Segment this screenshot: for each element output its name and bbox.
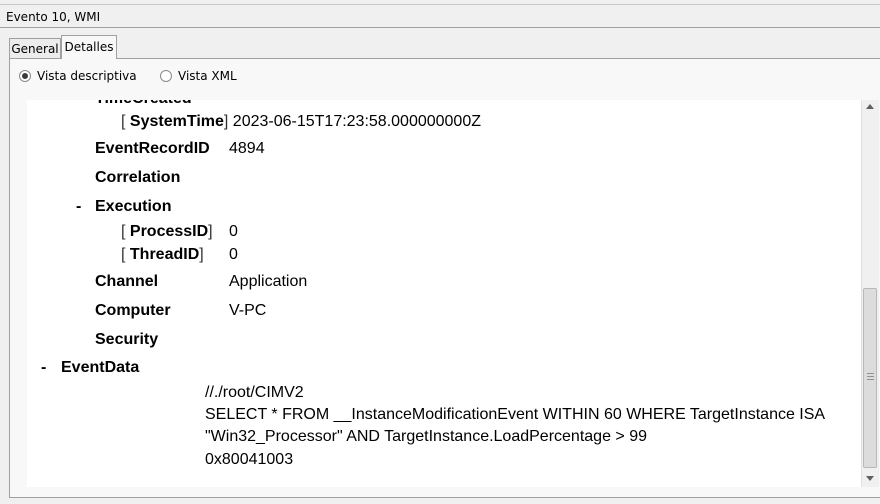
event-record-id-key: EventRecordID	[95, 140, 210, 157]
xml-view-label: Vista XML	[178, 69, 237, 83]
event-record-id-value: 4894	[229, 140, 265, 157]
scroll-up-arrow-icon[interactable]	[866, 104, 874, 109]
top-border	[0, 0, 880, 5]
tab-details-label: Detalles	[64, 40, 114, 54]
details-panel: Vista descriptiva Vista XML TimeCreated …	[9, 58, 880, 498]
friendly-view-option[interactable]: Vista descriptiva	[19, 69, 137, 83]
system-time-key: SystemTime	[129, 113, 224, 130]
scroll-down-arrow-icon[interactable]	[866, 476, 874, 481]
process-id-row: [ ProcessID]	[121, 223, 213, 241]
thread-id-row: [ ThreadID]	[121, 246, 204, 264]
eventdata-collapse-toggle[interactable]: -	[41, 359, 46, 377]
channel-value: Application	[229, 273, 308, 290]
execution-key: Execution	[95, 198, 172, 215]
tab-details[interactable]: Detalles	[61, 35, 117, 59]
event-details-content[interactable]: TimeCreated [ SystemTime] 2023-06-15T17:…	[27, 100, 861, 487]
eventdata-query-line2: "Win32_Processor" AND TargetInstance.Loa…	[205, 428, 647, 445]
bracket-close: ]	[199, 246, 204, 263]
thread-id-value: 0	[229, 246, 238, 263]
system-time-value: 2023-06-15T17:23:58.000000000Z	[232, 113, 481, 130]
grip-line-icon	[867, 379, 874, 380]
channel-key: Channel	[95, 273, 159, 290]
bracket-open: [	[121, 223, 126, 240]
execution-collapse-toggle[interactable]: -	[76, 198, 81, 216]
bracket-close: ]	[223, 113, 229, 130]
grip-line-icon	[867, 373, 874, 374]
thread-id-key: ThreadID	[129, 246, 200, 263]
bracket-open: [	[121, 113, 126, 130]
scrollbar-thumb[interactable]	[863, 288, 877, 468]
radio-friendly-view[interactable]	[19, 70, 31, 82]
bracket-open: [	[121, 246, 126, 263]
grip-line-icon	[867, 376, 874, 377]
radio-xml-view[interactable]	[160, 70, 172, 82]
eventdata-namespace: //./root/CIMV2	[205, 384, 304, 401]
process-id-key: ProcessID	[129, 223, 209, 240]
time-created-key: TimeCreated	[95, 100, 192, 108]
security-key: Security	[95, 331, 159, 348]
computer-value: V-PC	[229, 302, 267, 319]
eventdata-key: EventData	[61, 359, 140, 376]
system-time-row: [ SystemTime] 2023-06-15T17:23:58.000000…	[121, 113, 481, 131]
bracket-close: ]	[208, 223, 213, 240]
tab-general[interactable]: General	[9, 38, 61, 58]
tab-strip: General Detalles	[0, 29, 880, 59]
friendly-view-label: Vista descriptiva	[37, 69, 137, 83]
event-title-text: Evento 10, WMI	[6, 10, 101, 24]
eventdata-query-line1: SELECT * FROM __InstanceModificationEven…	[205, 406, 826, 423]
correlation-key: Correlation	[95, 169, 181, 186]
tab-general-label: General	[11, 42, 59, 56]
computer-key: Computer	[95, 302, 171, 319]
eventdata-error-code: 0x80041003	[205, 451, 294, 468]
xml-view-option[interactable]: Vista XML	[160, 69, 237, 83]
process-id-value: 0	[229, 223, 238, 240]
vertical-scrollbar[interactable]	[861, 100, 879, 487]
bottom-border	[0, 498, 880, 504]
event-title: Evento 10, WMI	[0, 6, 880, 28]
